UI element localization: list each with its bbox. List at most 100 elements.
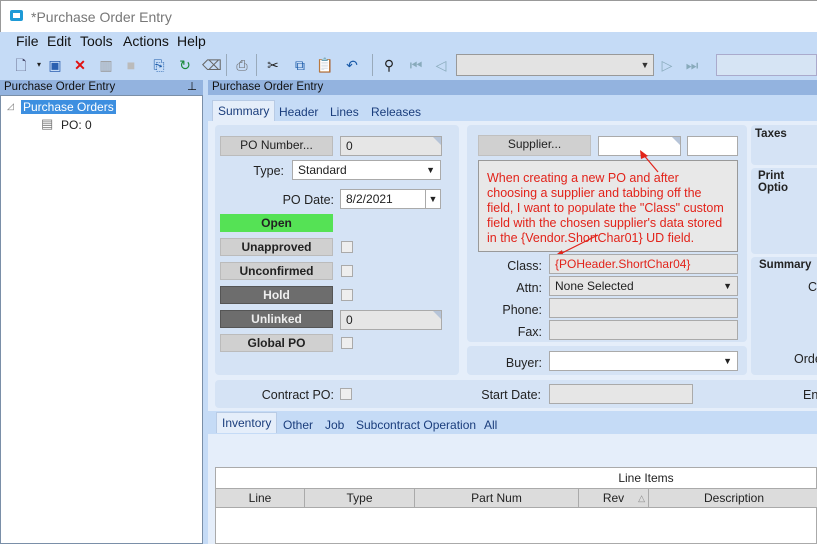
menu-actions[interactable]: Actions [123,33,169,49]
tab-releases[interactable]: Releases [371,105,421,119]
menu-tools[interactable]: Tools [80,33,113,49]
end-date-label: En [803,388,817,402]
grid-title: Line Items [618,471,674,485]
tree-item-po[interactable]: PO: 0 [61,118,92,132]
hold-button[interactable]: Hold [220,286,333,304]
blank-icon[interactable]: ■ [122,56,140,74]
last-record-icon[interactable]: ⏭ [683,56,701,74]
po-number-field[interactable]: 0 [340,136,442,156]
chevron-down-icon: ▼ [723,356,732,366]
global-po-checkbox[interactable] [341,337,353,349]
new-icon[interactable]: 🗋 [12,56,30,74]
class-field[interactable]: {POHeader.ShortChar04} [549,254,738,274]
window-title: *Purchase Order Entry [31,9,172,25]
supplier-name-field[interactable] [687,136,738,156]
chevron-down-icon: ▼ [426,165,435,175]
po-date-label: PO Date: [282,193,334,207]
global-po-button[interactable]: Global PO [220,334,333,352]
separator [372,54,373,76]
unconfirmed-checkbox[interactable] [341,265,353,277]
subtab-inventory[interactable]: Inventory [216,412,278,433]
sort-icon: △ [638,493,645,503]
chevron-down-icon: ▼ [723,281,732,291]
start-date-label: Start Date: [481,388,541,402]
type-label: Type: [253,164,284,178]
search-binoculars-icon[interactable]: ⚲ [380,56,398,74]
document-icon: ▤ [41,116,54,131]
start-date-field[interactable] [549,384,693,404]
contract-po-checkbox[interactable] [340,388,352,400]
paste-icon[interactable]: 📋 [316,56,334,74]
title-bar: *Purchase Order Entry [0,0,817,32]
pin-icon[interactable]: ⊥ [187,80,197,95]
tree-item-purchase-orders[interactable]: Purchase Orders [21,100,116,114]
type-select[interactable]: Standard ▼ [292,160,441,180]
tab-summary[interactable]: Summary [212,100,276,121]
eraser-icon[interactable]: ⌫ [202,56,222,74]
copy-icon[interactable]: ⧉ [291,56,309,74]
collapse-icon[interactable]: ◿ [7,101,14,112]
menu-help[interactable]: Help [177,33,206,49]
tab-lines[interactable]: Lines [330,105,359,119]
po-date-value: 8/2/2021 [346,192,393,206]
column-header-description[interactable]: Description [649,488,817,508]
print-options-title: Print Optio [758,170,789,194]
print-icon[interactable]: ⎙ [233,56,251,74]
taxes-title: Taxes [755,128,787,140]
subtab-all[interactable]: All [484,418,497,432]
class-label: Class: [507,259,542,273]
menu-file[interactable]: File [16,33,39,49]
chevron-down-icon: ▼ [640,60,650,70]
po-date-field[interactable]: 8/2/2021 ▼ [340,189,441,209]
phone-field[interactable] [549,298,738,318]
subtab-other[interactable]: Other [283,418,313,432]
save-icon[interactable]: ▣ [46,56,64,74]
fax-field[interactable] [549,320,738,340]
summary-order-label: Orde [794,352,817,366]
unlinked-field[interactable]: 0 [340,310,442,330]
column-header-rev[interactable]: Rev △ [579,488,649,508]
unapproved-checkbox[interactable] [341,241,353,253]
separator [256,54,257,76]
column-header-part-num[interactable]: Part Num [415,488,579,508]
menu-edit[interactable]: Edit [47,33,71,49]
fax-label: Fax: [517,325,542,339]
delete-icon[interactable]: ✕ [71,56,89,74]
first-record-icon[interactable]: ⏮ [407,56,425,74]
summary-title: Summary [759,259,812,271]
unconfirmed-button[interactable]: Unconfirmed [220,262,333,280]
refresh-icon[interactable]: ↻ [176,56,194,74]
tree-view: ◿ Purchase Orders ▤ PO: 0 [0,95,203,544]
subtab-job[interactable]: Job [325,418,344,432]
line-items-grid: Line Items Line Type Part Num Rev △ Descr… [215,467,817,544]
toolbar-field[interactable] [716,54,817,76]
cut-icon[interactable]: ✂ [264,56,282,74]
hold-checkbox[interactable] [341,289,353,301]
summary-c-label: C [808,280,817,294]
po-number-button[interactable]: PO Number... [220,136,333,156]
book-icon[interactable]: ▥ [97,56,115,74]
separator [226,54,227,76]
tab-header[interactable]: Header [279,105,318,119]
supplier-button[interactable]: Supplier... [478,135,591,156]
app-icon [10,10,23,21]
subtab-subcontract-operation[interactable]: Subcontract Operation [356,418,476,432]
undo-icon[interactable]: ↶ [343,56,361,74]
calendar-dropdown-icon[interactable]: ▼ [425,190,440,208]
phone-label: Phone: [502,303,542,317]
column-header-line[interactable]: Line [216,488,305,508]
annotation-note: When creating a new PO and after choosin… [478,160,738,252]
unapproved-button[interactable]: Unapproved [220,238,333,256]
next-record-icon[interactable]: ▷ [658,56,676,74]
contract-po-label: Contract PO: [261,388,334,402]
buyer-select[interactable]: ▼ [549,351,738,371]
right-panel-title: Purchase Order Entry [212,81,324,93]
previous-record-icon[interactable]: ◁ [432,56,450,74]
column-header-type[interactable]: Type [305,488,415,508]
record-navigator-combo[interactable]: ▼ [456,54,654,76]
unlinked-button[interactable]: Unlinked [220,310,333,328]
supplier-id-field[interactable] [598,136,681,156]
attachment-icon[interactable]: ⎘ [150,56,168,74]
buyer-label: Buyer: [505,356,542,370]
attn-select[interactable]: None Selected ▼ [549,276,738,296]
